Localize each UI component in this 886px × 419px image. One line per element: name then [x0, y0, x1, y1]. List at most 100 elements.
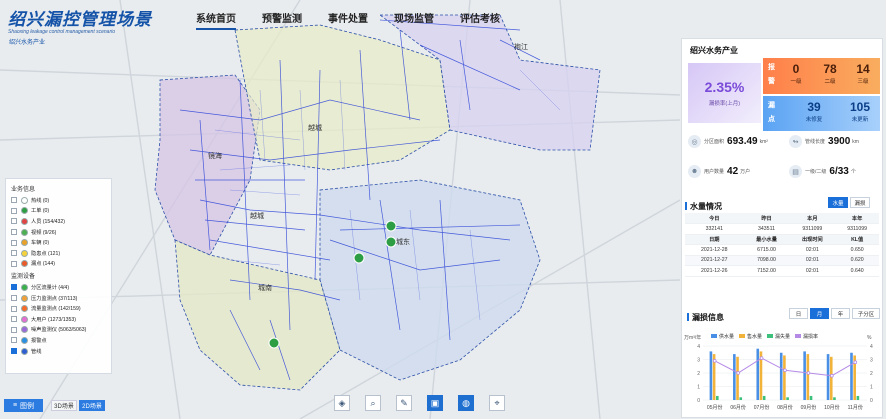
search-icon[interactable]: ⌕ — [365, 395, 381, 411]
legend-business-item[interactable]: 视频 (9/26) — [11, 227, 106, 238]
layers-icon[interactable]: ◈ — [334, 395, 350, 411]
map-label: 越城 — [250, 211, 264, 220]
x-tick-label: 09月份 — [801, 404, 817, 411]
y-tick-label: 2 — [697, 371, 700, 377]
checkbox[interactable] — [11, 207, 17, 214]
period-tab-year[interactable]: 年 — [831, 308, 850, 319]
legend-device-item[interactable]: 流量监测点 (142/159) — [11, 303, 106, 314]
alarm-level1-label: 一级 — [790, 79, 802, 85]
legend-marker-icon — [21, 315, 28, 323]
table-header-row: 今日 昨日 本月 本年 — [685, 213, 879, 224]
leak-rate-point — [759, 356, 764, 360]
legend-label: 隐患点 (121) — [31, 250, 61, 257]
panel-title: 绍兴水务产业 — [690, 46, 738, 55]
checkbox[interactable] — [11, 337, 17, 344]
table-row: 2021-12-26 7152.00 02:01 0.640 — [685, 265, 879, 277]
legend-marker-icon — [21, 207, 28, 215]
logo: 绍兴漏控管理场景 Shaoxing leakage control manage… — [8, 5, 152, 35]
table-cell: 9311099 — [835, 223, 879, 235]
chart-legend-label: 售水量 — [747, 333, 762, 340]
checkbox[interactable] — [11, 295, 17, 302]
legend-business-item[interactable]: 人员 (154/432) — [11, 216, 106, 227]
legend-label: 噪声监测仪 (5063/5063) — [31, 327, 87, 334]
table-cell: 332141 — [685, 223, 744, 235]
area-measure-icon[interactable]: ▣ — [427, 395, 443, 411]
checkbox[interactable] — [11, 197, 17, 204]
bar-漏失量 — [809, 395, 813, 400]
table-cell: 0.620 — [835, 255, 879, 266]
table-cell: 6715.00 — [743, 244, 790, 256]
legend-device-item[interactable]: 管线 — [11, 346, 106, 357]
bar-供水量 — [733, 354, 736, 400]
table-header-cell: 日期 — [685, 234, 744, 245]
map-label: 越城 — [308, 123, 322, 132]
legend-label: 热线 (0) — [31, 197, 50, 204]
checkbox[interactable] — [11, 229, 17, 236]
checkbox[interactable] — [11, 326, 17, 333]
nav-field[interactable]: 现场监管 — [394, 10, 434, 30]
table-header-cell: 本月 — [789, 213, 836, 224]
legend-marker-icon — [21, 196, 28, 204]
chart-legend-label: 供水量 — [719, 333, 734, 340]
map-legend-panel: 业务信息 热线 (0) 工单 (0) 人员 (154/432) 视频 (9/26) 车辆… — [5, 178, 112, 374]
legend-marker-icon — [21, 283, 28, 291]
scene-2d-button[interactable]: 2D场景 — [79, 400, 105, 411]
legend-business-item[interactable]: 漏点 (144) — [11, 259, 106, 270]
water-section-title: 水量情况 — [685, 202, 722, 211]
legend-section-business: 业务信息 — [11, 187, 36, 193]
checkbox[interactable] — [11, 250, 17, 257]
legend-toggle-label: 图例 — [20, 402, 35, 410]
legend-device-item[interactable]: 报警点 — [11, 335, 106, 346]
alarm-level3: 14 三级 — [847, 62, 879, 85]
scene-3d-button[interactable]: 3D场景 — [51, 400, 77, 411]
water-tab-leak[interactable]: 漏损 — [850, 197, 870, 208]
alarm-label: 报警 — [768, 64, 775, 85]
checkbox[interactable] — [11, 218, 17, 225]
leak-points-card[interactable]: 漏点 39 未修复 105 未更新 — [763, 96, 880, 131]
legend-toggle-button[interactable]: ≡ 图例 — [4, 399, 43, 412]
x-tick-label: 07月份 — [754, 404, 770, 411]
checkbox[interactable] — [11, 316, 17, 323]
ruler-icon[interactable]: ✎ — [396, 395, 412, 411]
checkbox[interactable] — [11, 348, 17, 355]
nav-assess[interactable]: 评估考核 — [460, 10, 500, 30]
y-tick-label: 4 — [697, 344, 700, 350]
nav-warning[interactable]: 预警监测 — [262, 10, 302, 30]
legend-business-item[interactable]: 车辆 (0) — [11, 237, 106, 248]
map-label: 城东 — [396, 237, 410, 246]
alarm-card[interactable]: 报警 0 一级 78 二级 14 三级 — [763, 58, 880, 94]
stat-pipe-value: 3900 — [828, 136, 851, 147]
unupdated-count: 105 — [849, 100, 871, 114]
legend-device-item[interactable]: 分区流量计 (4/4) — [11, 282, 106, 293]
unrepaired-count: 39 — [807, 100, 821, 114]
legend-business-item[interactable]: 热线 (0) — [11, 195, 106, 206]
nav-home[interactable]: 系统首页 — [196, 10, 236, 30]
legend-marker-icon — [21, 336, 28, 344]
legend-device-item[interactable]: 噪声监测仪 (5063/5063) — [11, 325, 106, 336]
table-header-cell: 出现时间 — [789, 234, 836, 245]
location-pin-icon[interactable]: ⌖ — [489, 395, 505, 411]
checkbox[interactable] — [11, 239, 17, 246]
leak-rate-point — [712, 359, 717, 363]
legend-device-item[interactable]: 大用户 (1273/1353) — [11, 314, 106, 325]
legend-business-item[interactable]: 隐患点 (121) — [11, 248, 106, 259]
bar-供水量 — [779, 352, 783, 400]
globe-icon[interactable]: ◍ — [458, 395, 474, 411]
legend-business-item[interactable]: 工单 (0) — [11, 206, 106, 217]
water-tab-volume[interactable]: 水量 — [828, 197, 848, 208]
legend-device-item[interactable]: 压力监测点 (37/113) — [11, 293, 106, 304]
period-tab-month[interactable]: 月 — [810, 308, 829, 319]
leak-rate-label: 漏损率(上月) — [708, 101, 741, 107]
table-row: 2021-12-28 6715.00 02:01 0.650 — [685, 244, 879, 256]
checkbox[interactable] — [11, 284, 17, 291]
nav-event[interactable]: 事件处置 — [328, 10, 368, 30]
period-tab-subzone[interactable]: 子分区 — [852, 308, 880, 319]
stat-zones: ▤ 一级/二级 6/33 个 — [789, 165, 856, 178]
checkbox[interactable] — [11, 260, 17, 267]
main-nav: 系统首页 预警监测 事件处置 现场监管 评估考核 — [196, 10, 526, 30]
water-table: 今日 昨日 本月 本年 332141 343511 9311099 931109… — [685, 213, 879, 277]
legend-marker-icon — [21, 249, 28, 257]
checkbox[interactable] — [11, 305, 17, 312]
y2-tick-label: 1 — [870, 385, 873, 391]
period-tab-day[interactable]: 日 — [789, 308, 808, 319]
